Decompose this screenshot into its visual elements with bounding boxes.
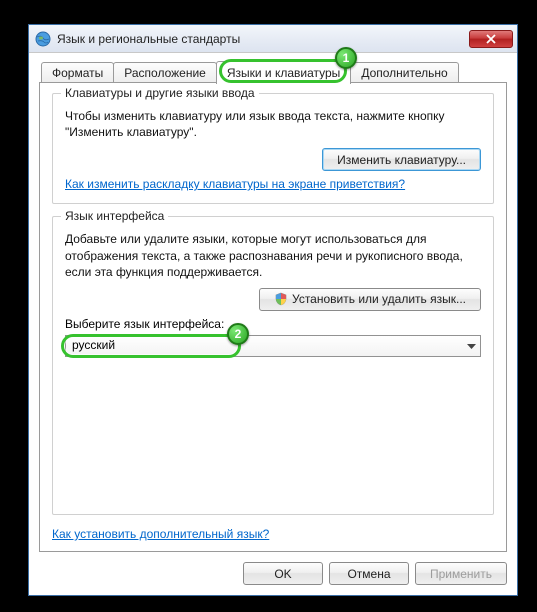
- cancel-label: Отмена: [347, 567, 390, 581]
- cancel-button[interactable]: Отмена: [329, 562, 409, 585]
- tab-formats[interactable]: Форматы: [41, 62, 114, 83]
- install-remove-language-button[interactable]: Установить или удалить язык...: [259, 288, 481, 311]
- client-area: Форматы Расположение Языки и клавиатуры …: [29, 53, 517, 595]
- install-additional-language-link[interactable]: Как установить дополнительный язык?: [52, 527, 494, 541]
- group-keyboards-desc: Чтобы изменить клавиатуру или язык ввода…: [65, 108, 481, 140]
- group-ui-language-desc: Добавьте или удалите языки, которые могу…: [65, 231, 481, 280]
- apply-label: Применить: [430, 567, 492, 581]
- dialog-button-row: OK Отмена Применить: [39, 552, 507, 585]
- change-keyboard-button[interactable]: Изменить клавиатуру...: [322, 148, 481, 171]
- annotation-badge-1: 1: [335, 47, 357, 69]
- shield-icon: [274, 292, 288, 306]
- select-language-label: Выберите язык интерфейса:: [65, 317, 481, 331]
- apply-button[interactable]: Применить: [415, 562, 507, 585]
- ok-label: OK: [274, 567, 291, 581]
- close-button[interactable]: [469, 30, 513, 48]
- group-ui-language: Язык интерфейса Добавьте или удалите язы…: [52, 216, 494, 515]
- close-icon: [486, 34, 496, 44]
- tab-advanced[interactable]: Дополнительно: [350, 62, 458, 83]
- change-keyboard-label: Изменить клавиатуру...: [337, 153, 466, 167]
- group-keyboards: Клавиатуры и другие языки ввода Чтобы из…: [52, 93, 494, 204]
- chevron-down-icon: [467, 339, 476, 353]
- install-remove-language-label: Установить или удалить язык...: [292, 292, 466, 306]
- tab-panel: Клавиатуры и другие языки ввода Чтобы из…: [39, 82, 507, 552]
- welcome-layout-link[interactable]: Как изменить раскладку клавиатуры на экр…: [65, 177, 405, 191]
- window-title: Язык и региональные стандарты: [57, 32, 469, 46]
- group-keyboards-legend: Клавиатуры и другие языки ввода: [61, 86, 259, 100]
- ok-button[interactable]: OK: [243, 562, 323, 585]
- ui-language-combobox[interactable]: русский: [65, 335, 481, 357]
- tab-keyboards[interactable]: Языки и клавиатуры: [216, 61, 351, 84]
- tab-location[interactable]: Расположение: [113, 62, 217, 83]
- globe-icon: [35, 31, 51, 47]
- dialog-window: Язык и региональные стандарты Форматы Ра…: [28, 24, 518, 596]
- ui-language-selected: русский: [72, 338, 115, 352]
- tabstrip: Форматы Расположение Языки и клавиатуры …: [39, 61, 507, 83]
- annotation-badge-2: 2: [227, 323, 249, 345]
- group-ui-language-legend: Язык интерфейса: [61, 209, 168, 223]
- titlebar[interactable]: Язык и региональные стандарты: [29, 25, 517, 53]
